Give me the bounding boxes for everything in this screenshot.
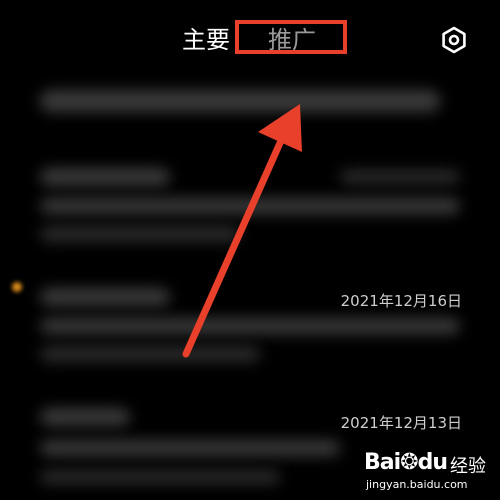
mailbox-tabs: 主要 推广 (0, 22, 500, 62)
tab-promotions[interactable]: 推广 (268, 22, 316, 58)
sender-blurred (40, 168, 170, 186)
preview-blurred (40, 226, 240, 242)
sender-blurred (40, 408, 130, 426)
baidu-jingyan-watermark: Bai❂du 经验 jingyan.baidu.com (364, 450, 494, 494)
gear-icon (442, 26, 466, 54)
watermark-url: jingyan.baidu.com (366, 478, 468, 491)
subject-blurred (40, 198, 460, 214)
paw-icon: ❂ (400, 450, 418, 475)
subject-blurred (40, 440, 340, 456)
watermark-product: 经验 (450, 456, 486, 477)
tab-primary[interactable]: 主要 (182, 22, 230, 58)
preview-blurred (40, 346, 260, 362)
preview-blurred (40, 470, 280, 484)
unread-dot-icon (12, 282, 22, 292)
baidu-logo: Bai❂du (364, 450, 448, 475)
subject-blurred (40, 318, 460, 334)
sender-blurred (40, 288, 170, 306)
message-date: 2021年12月16日 (340, 292, 462, 310)
message-date: 2021年12月13日 (340, 414, 462, 432)
date-blurred (340, 170, 460, 184)
message-preview-blurred[interactable] (40, 90, 440, 112)
settings-button[interactable] (440, 26, 468, 54)
